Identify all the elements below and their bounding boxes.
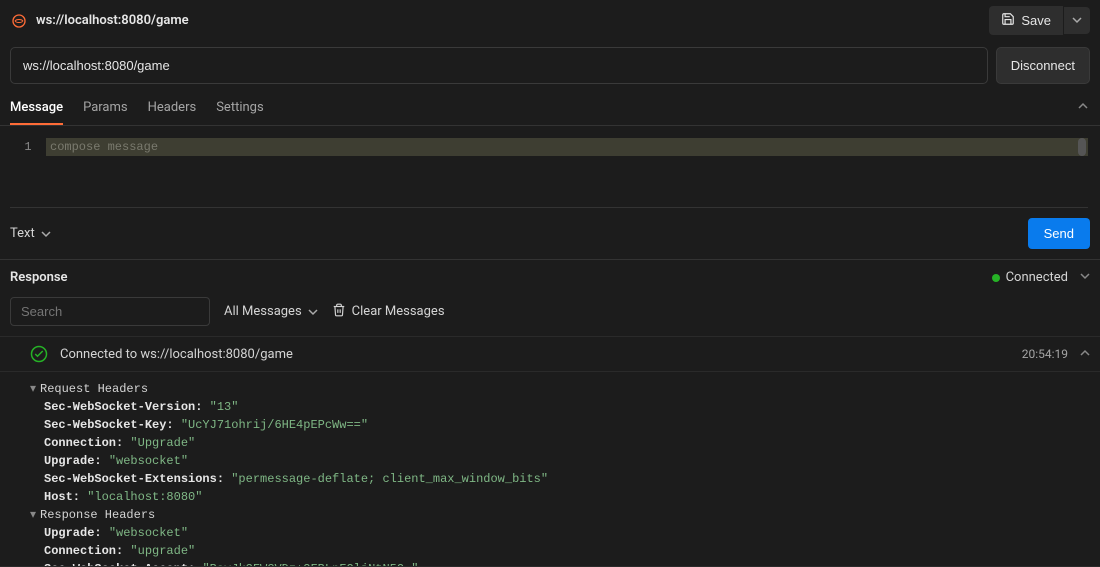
message-format-label: Text xyxy=(10,226,35,241)
request-headers-section[interactable]: ▾Request Headers xyxy=(30,380,1090,398)
status-indicator-icon xyxy=(992,274,1000,282)
collapse-event-toggle[interactable] xyxy=(1080,347,1090,362)
messages-filter-label: All Messages xyxy=(224,304,302,319)
header-line: Connection: "upgrade" xyxy=(30,542,1090,560)
header-line: Sec-WebSocket-Extensions: "permessage-de… xyxy=(30,470,1090,488)
header-key: Sec-WebSocket-Key: xyxy=(44,418,181,432)
save-dropdown-button[interactable] xyxy=(1064,7,1090,34)
websocket-icon xyxy=(10,12,28,30)
header-line: Upgrade: "websocket" xyxy=(30,452,1090,470)
messages-search-input[interactable] xyxy=(10,297,210,326)
disconnect-button[interactable]: Disconnect xyxy=(996,47,1090,84)
messages-filter-dropdown[interactable]: All Messages xyxy=(224,304,318,319)
header-key: Upgrade: xyxy=(44,526,109,540)
headers-detail: ▾Request HeadersSec-WebSocket-Version: "… xyxy=(0,372,1100,567)
tab-params[interactable]: Params xyxy=(83,94,128,125)
header-line: Upgrade: "websocket" xyxy=(30,524,1090,542)
message-editor[interactable]: 1 compose message xyxy=(10,138,1088,208)
editor-placeholder: compose message xyxy=(46,140,158,154)
header-value: "localhost:8080" xyxy=(87,490,202,504)
success-icon xyxy=(30,345,48,363)
header-line: Sec-WebSocket-Key: "UcYJ71ohrij/6HE4pEPc… xyxy=(30,416,1090,434)
header-value: "13" xyxy=(210,400,239,414)
save-button[interactable]: Save xyxy=(989,6,1063,35)
connection-event-time: 20:54:19 xyxy=(1022,347,1068,361)
header-key: Sec-WebSocket-Version: xyxy=(44,400,210,414)
tab-settings[interactable]: Settings xyxy=(216,94,263,125)
send-button[interactable]: Send xyxy=(1028,218,1090,249)
trash-icon xyxy=(332,303,346,321)
websocket-url-input[interactable] xyxy=(10,47,988,84)
header-key: Upgrade: xyxy=(44,454,109,468)
collapse-request-pane[interactable] xyxy=(1076,94,1090,125)
editor-line-number: 1 xyxy=(10,138,46,156)
header-key: Host: xyxy=(44,490,87,504)
status-dropdown[interactable] xyxy=(1080,270,1090,285)
header-value: "upgrade" xyxy=(130,544,195,558)
connection-status-label: Connected xyxy=(1006,270,1068,285)
header-key: Sec-WebSocket-Accept: xyxy=(44,562,202,567)
response-title: Response xyxy=(10,270,992,285)
header-value: "permessage-deflate; client_max_window_b… xyxy=(231,472,548,486)
tab-headers[interactable]: Headers xyxy=(148,94,197,125)
request-tabs: Message Params Headers Settings xyxy=(0,94,1100,126)
save-icon xyxy=(1001,12,1015,29)
header-value: "websocket" xyxy=(109,526,188,540)
chevron-down-icon xyxy=(41,229,51,239)
header-line: Sec-WebSocket-Version: "13" xyxy=(30,398,1090,416)
header-value: "UcYJ71ohrij/6HE4pEPcWw==" xyxy=(181,418,368,432)
header-value: "websocket" xyxy=(109,454,188,468)
response-headers-section[interactable]: ▾Response Headers xyxy=(30,506,1090,524)
header-line: Connection: "Upgrade" xyxy=(30,434,1090,452)
clear-messages-button[interactable]: Clear Messages xyxy=(332,303,445,321)
chevron-down-icon xyxy=(308,307,318,317)
editor-scrollbar[interactable] xyxy=(1078,138,1086,156)
connection-event-text: Connected to ws://localhost:8080/game xyxy=(60,347,1022,362)
header-key: Connection: xyxy=(44,436,130,450)
save-button-label: Save xyxy=(1021,13,1051,28)
header-value: "BayJk3FWGVDz+2FBLpFQljNtN5Q=" xyxy=(202,562,418,567)
message-format-dropdown[interactable]: Text xyxy=(10,226,51,241)
clear-messages-label: Clear Messages xyxy=(352,304,445,319)
request-title: ws://localhost:8080/game xyxy=(36,13,981,28)
connection-event-row[interactable]: Connected to ws://localhost:8080/game 20… xyxy=(0,336,1100,372)
header-key: Sec-WebSocket-Extensions: xyxy=(44,472,231,486)
header-value: "Upgrade" xyxy=(130,436,195,450)
tab-message[interactable]: Message xyxy=(10,94,63,125)
header-key: Connection: xyxy=(44,544,130,558)
header-line: Host: "localhost:8080" xyxy=(30,488,1090,506)
